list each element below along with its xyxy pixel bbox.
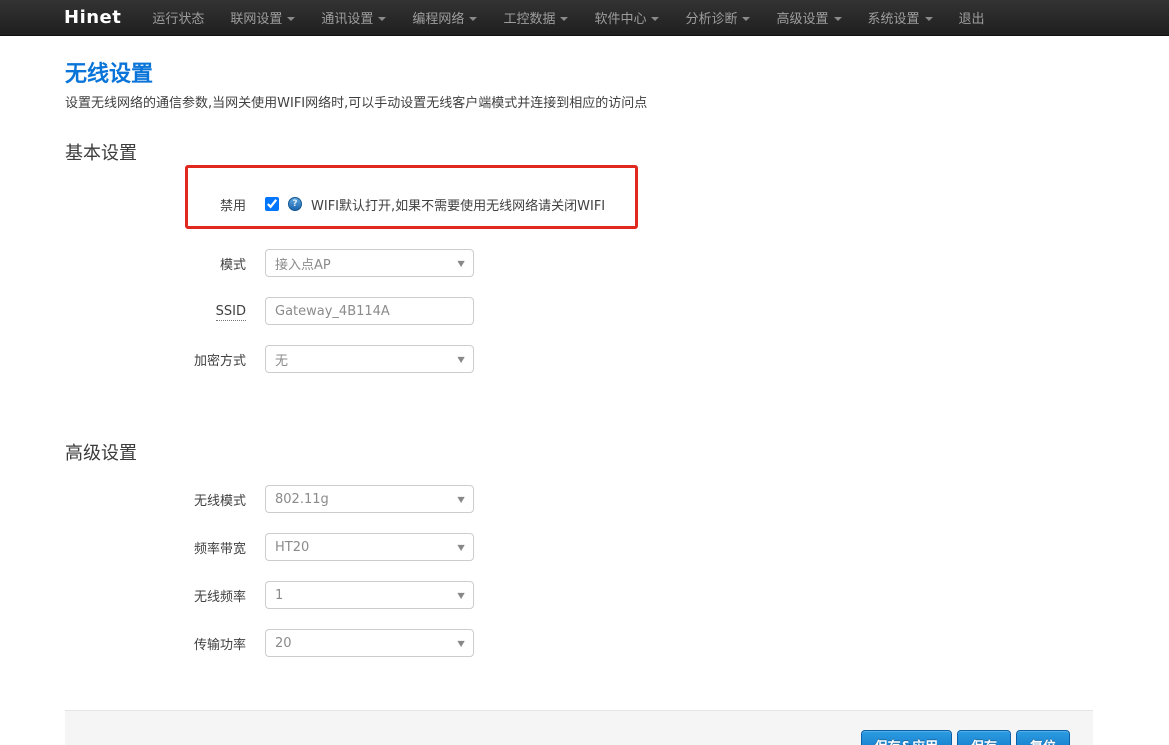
nav-item-label: 软件中心 (594, 8, 646, 27)
top-navbar: Hinet 运行状态 联网设置 通讯设置 编程网络 工控数据 软件中心 分析诊断… (0, 0, 1169, 36)
dropdown-caret-icon (925, 17, 933, 21)
dropdown-caret-icon (742, 17, 750, 21)
chevron-down-icon: ▼ (457, 543, 464, 552)
nav-item-label: 工控数据 (503, 8, 555, 27)
save-button[interactable]: 保存 (957, 730, 1011, 745)
tx-power-select-value: 20 (275, 636, 292, 651)
nav-item-system-settings[interactable]: 系统设置 (855, 0, 946, 36)
chevron-down-icon: ▼ (457, 355, 464, 364)
save-apply-button[interactable]: 保存&应用 (861, 730, 952, 745)
disable-help-text: WIFI默认打开,如果不需要使用无线网络请关闭WIFI (311, 195, 605, 214)
nav-item-label: 高级设置 (776, 8, 828, 27)
tx-power-select[interactable]: 20 ▼ (265, 629, 474, 657)
page-title: 无线设置 (65, 62, 1093, 88)
dropdown-caret-icon (651, 17, 659, 21)
nav-menu: 运行状态 联网设置 通讯设置 编程网络 工控数据 软件中心 分析诊断 高级设置 … (139, 0, 997, 35)
channel-label: 无线频率 (65, 586, 246, 605)
nav-item-label: 退出 (959, 8, 985, 27)
nav-item-label: 运行状态 (152, 8, 204, 27)
channel-select-value: 1 (275, 588, 283, 603)
encryption-label: 加密方式 (65, 350, 246, 369)
wireless-mode-select-value: 802.11g (275, 492, 329, 507)
channel-select[interactable]: 1 ▼ (265, 581, 474, 609)
ssid-label-text: SSID (216, 304, 246, 321)
nav-item-analysis-diagnosis[interactable]: 分析诊断 (672, 0, 763, 36)
channel-row: 无线频率 1 ▼ (65, 581, 1093, 609)
chevron-down-icon: ▼ (457, 259, 464, 268)
footer-action-bar: 保存&应用 保存 复位 (65, 710, 1093, 745)
nav-item-industrial-data[interactable]: 工控数据 (490, 0, 581, 36)
dropdown-caret-icon (834, 17, 842, 21)
ssid-label: SSID (65, 304, 246, 319)
basic-settings-heading: 基本设置 (65, 143, 1093, 165)
mode-select[interactable]: 接入点AP ▼ (265, 249, 474, 277)
ssid-input[interactable] (265, 297, 474, 325)
mode-label: 模式 (65, 254, 246, 273)
nav-item-label: 编程网络 (412, 8, 464, 27)
dropdown-caret-icon (287, 17, 295, 21)
dropdown-caret-icon (469, 17, 477, 21)
nav-item-label: 联网设置 (230, 8, 282, 27)
mode-select-value: 接入点AP (275, 254, 331, 273)
help-icon: ? (288, 197, 302, 211)
nav-item-label: 通讯设置 (321, 8, 373, 27)
bandwidth-select-value: HT20 (275, 540, 309, 555)
encryption-row: 加密方式 无 ▼ (65, 345, 1093, 373)
nav-item-advanced-settings[interactable]: 高级设置 (763, 0, 854, 36)
section-advanced-settings: 高级设置 无线模式 802.11g ▼ 频率带宽 HT20 ▼ 无线频率 1 ▼… (65, 443, 1093, 657)
nav-item-software-center[interactable]: 软件中心 (581, 0, 672, 36)
nav-item-label: 系统设置 (868, 8, 920, 27)
disable-wifi-checkbox[interactable] (265, 197, 279, 211)
encryption-select-value: 无 (275, 350, 288, 369)
disable-label: 禁用 (65, 195, 246, 214)
section-basic-settings: 基本设置 禁用 ? WIFI默认打开,如果不需要使用无线网络请关闭WIFI 模式… (65, 143, 1093, 373)
wireless-mode-select[interactable]: 802.11g ▼ (265, 485, 474, 513)
reset-button[interactable]: 复位 (1016, 730, 1070, 745)
bandwidth-row: 频率带宽 HT20 ▼ (65, 533, 1093, 561)
bandwidth-label: 频率带宽 (65, 538, 246, 557)
chevron-down-icon: ▼ (457, 591, 464, 600)
dropdown-caret-icon (378, 17, 386, 21)
bandwidth-select[interactable]: HT20 ▼ (265, 533, 474, 561)
ssid-row: SSID (65, 297, 1093, 325)
nav-item-programming-network[interactable]: 编程网络 (399, 0, 490, 36)
chevron-down-icon: ▼ (457, 639, 464, 648)
encryption-select[interactable]: 无 ▼ (265, 345, 474, 373)
wireless-mode-label: 无线模式 (65, 490, 246, 509)
page-subtitle: 设置无线网络的通信参数,当网关使用WIFI网络时,可以手动设置无线客户端模式并连… (65, 95, 1093, 112)
wireless-mode-row: 无线模式 802.11g ▼ (65, 485, 1093, 513)
tx-power-label: 传输功率 (65, 634, 246, 653)
nav-item-comm-settings[interactable]: 通讯设置 (308, 0, 399, 36)
main-content: 无线设置 设置无线网络的通信参数,当网关使用WIFI网络时,可以手动设置无线客户… (0, 36, 1169, 657)
nav-item-run-status[interactable]: 运行状态 (139, 0, 217, 36)
tx-power-row: 传输功率 20 ▼ (65, 629, 1093, 657)
nav-item-label: 分析诊断 (685, 8, 737, 27)
chevron-down-icon: ▼ (457, 495, 464, 504)
disable-wifi-row: 禁用 ? WIFI默认打开,如果不需要使用无线网络请关闭WIFI (65, 165, 1093, 229)
advanced-settings-heading: 高级设置 (65, 443, 1093, 465)
dropdown-caret-icon (560, 17, 568, 21)
brand-logo[interactable]: Hinet (64, 7, 121, 28)
mode-row: 模式 接入点AP ▼ (65, 249, 1093, 277)
nav-item-logout[interactable]: 退出 (946, 0, 998, 36)
nav-item-network-settings[interactable]: 联网设置 (217, 0, 308, 36)
